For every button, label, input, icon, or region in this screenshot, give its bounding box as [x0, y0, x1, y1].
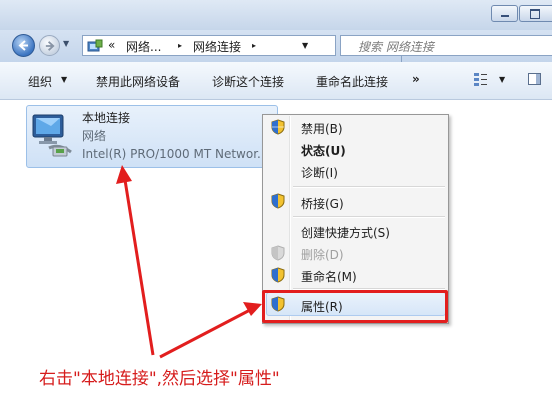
annotation-arrows	[116, 165, 262, 359]
annotation-text: 右击"本地连接",然后选择"属性"	[39, 369, 280, 389]
